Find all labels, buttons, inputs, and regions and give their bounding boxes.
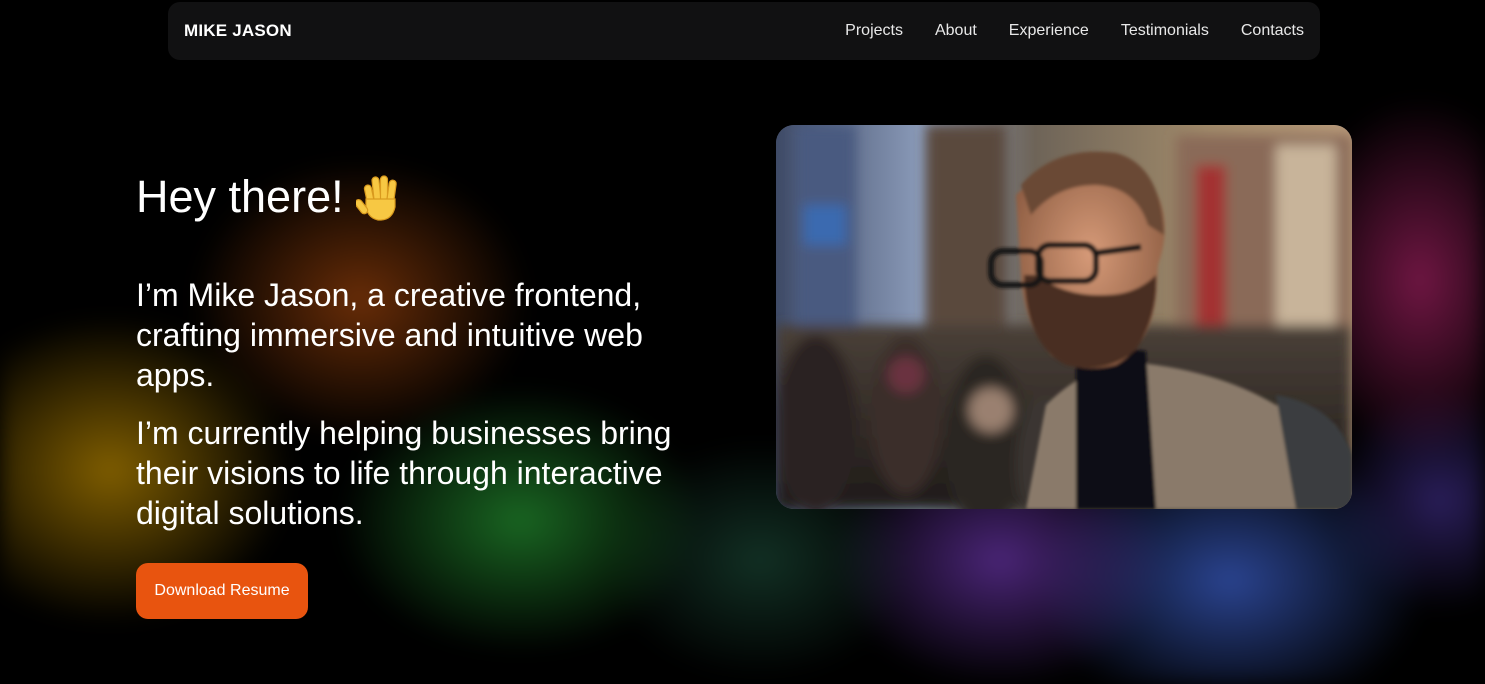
brand-logo[interactable]: MIKE JASON [184,21,292,41]
download-resume-button[interactable]: Download Resume [136,563,308,619]
hero-current-work: I’m currently helping businesses bring t… [136,415,672,531]
greeting-text: Hey there! [136,171,344,222]
nav-links: Projects About Experience Testimonials C… [813,22,1304,40]
nav-link-about[interactable]: About [935,22,977,40]
nav-link-testimonials[interactable]: Testimonials [1121,22,1209,40]
hero-text: Hey there! I’m Mike Jason, a creative fr… [136,165,736,533]
nav-link-contacts[interactable]: Contacts [1241,22,1304,40]
nav-link-projects[interactable]: Projects [845,22,903,40]
waving-hand-icon [354,171,404,223]
nav-link-experience[interactable]: Experience [1009,22,1089,40]
hero-greeting: Hey there! [136,165,736,229]
profile-photo [776,125,1352,509]
hero-intro: I’m Mike Jason, a creative frontend, cra… [136,277,643,393]
navbar: MIKE JASON Projects About Experience Tes… [168,2,1320,60]
page: MIKE JASON Projects About Experience Tes… [0,0,1485,684]
